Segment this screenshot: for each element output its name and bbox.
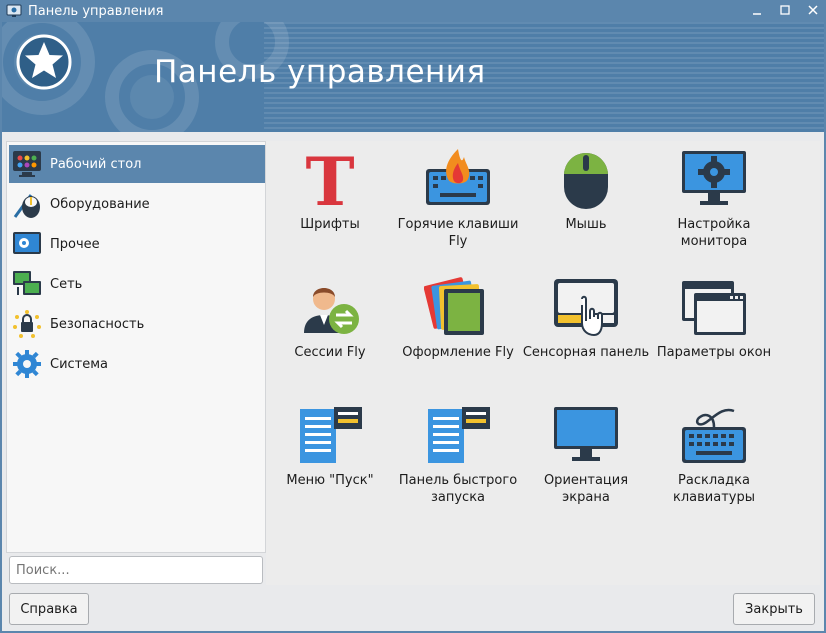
sidebar-item-hardware[interactable]: Оборудование <box>9 185 265 223</box>
themes-icon <box>424 277 484 335</box>
tile-label: Сессии Fly <box>294 345 366 360</box>
sessions-icon <box>304 288 359 334</box>
tile-label: Раскладка клавиатуры <box>673 473 755 505</box>
tile-label: Шрифты <box>300 217 360 232</box>
sidebar-item-desktop[interactable]: Рабочий стол <box>9 145 265 183</box>
sidebar-item-network[interactable]: Сеть <box>9 265 265 303</box>
sidebar-item-label: Безопасность <box>50 316 145 332</box>
start-menu-icon <box>300 407 362 463</box>
title-bar: Панель управления <box>0 0 826 22</box>
fonts-icon: T <box>305 147 354 211</box>
sidebar-item-label: Рабочий стол <box>50 156 142 172</box>
desktop-icon <box>9 148 45 180</box>
window-title: Панель управления <box>28 3 164 19</box>
tile-label: Ориентация экрана <box>543 473 629 505</box>
keyboard-layout-icon <box>682 408 746 463</box>
tile-themes[interactable]: Оформление Fly <box>394 269 522 393</box>
sidebar-item-label: Прочее <box>50 236 100 252</box>
maximize-icon[interactable] <box>778 3 792 17</box>
tile-label: Меню "Пуск" <box>286 473 374 488</box>
sidebar-item-system[interactable]: Система <box>9 345 265 383</box>
star-logo-icon <box>16 34 72 90</box>
hotkeys-icon <box>426 149 490 205</box>
tile-quick-launch[interactable]: Панель быстрого запуска <box>394 397 522 521</box>
tile-start-menu[interactable]: Меню "Пуск" <box>266 397 394 521</box>
minimize-icon[interactable] <box>750 3 764 17</box>
sidebar-item-label: Сеть <box>50 276 83 292</box>
sidebar-item-label: Оборудование <box>50 196 150 212</box>
sidebar-item-security[interactable]: Безопасность <box>9 305 265 343</box>
tile-window-params[interactable]: Параметры окон <box>650 269 778 393</box>
mouse-icon <box>564 153 608 209</box>
touchpad-icon <box>554 279 618 337</box>
system-gear-icon <box>9 348 45 380</box>
help-button[interactable]: Справка <box>9 593 89 625</box>
tile-monitor-settings[interactable]: Настройка монитора <box>650 141 778 265</box>
applets-grid: T Шрифты Горячие клавиши Fly Мышь Настро… <box>266 141 820 585</box>
window-params-icon <box>682 281 746 335</box>
tile-label: Настройка монитора <box>677 217 751 249</box>
banner-title: Панель управления <box>154 54 486 90</box>
tile-screen-orientation[interactable]: Ориентация экрана <box>522 397 650 521</box>
tile-mouse[interactable]: Мышь <box>522 141 650 265</box>
quick-launch-icon <box>428 407 490 463</box>
category-sidebar: Рабочий стол Оборудование Прочее Сеть Бе… <box>6 141 266 553</box>
tile-fonts[interactable]: T Шрифты <box>266 141 394 265</box>
tile-hotkeys[interactable]: Горячие клавиши Fly <box>394 141 522 265</box>
screen-orientation-icon <box>554 407 618 461</box>
tile-label: Параметры окон <box>656 345 772 360</box>
tile-sessions[interactable]: Сессии Fly <box>266 269 394 393</box>
tile-touchpad[interactable]: Сенсорная панель <box>522 269 650 393</box>
close-icon[interactable] <box>806 3 820 17</box>
monitor-gear-icon <box>6 4 22 17</box>
monitor-settings-icon <box>682 151 746 205</box>
tile-keyboard-layout[interactable]: Раскладка клавиатуры <box>650 397 778 521</box>
network-icon <box>9 268 45 300</box>
other-icon <box>9 228 45 260</box>
tile-label: Панель быстрого запуска <box>398 473 518 505</box>
sidebar-item-other[interactable]: Прочее <box>9 225 265 263</box>
tile-label: Мышь <box>565 217 607 232</box>
hardware-icon <box>9 188 45 220</box>
tile-label: Сенсорная панель <box>522 345 650 360</box>
sidebar-item-label: Система <box>50 356 109 372</box>
close-button[interactable]: Закрыть <box>733 593 815 625</box>
search-input[interactable] <box>9 556 263 584</box>
svg-text:T: T <box>305 147 354 211</box>
security-icon <box>9 308 45 340</box>
header-banner: Панель управления <box>2 22 824 132</box>
tile-label: Горячие клавиши Fly <box>397 217 519 249</box>
tile-label: Оформление Fly <box>402 345 514 360</box>
